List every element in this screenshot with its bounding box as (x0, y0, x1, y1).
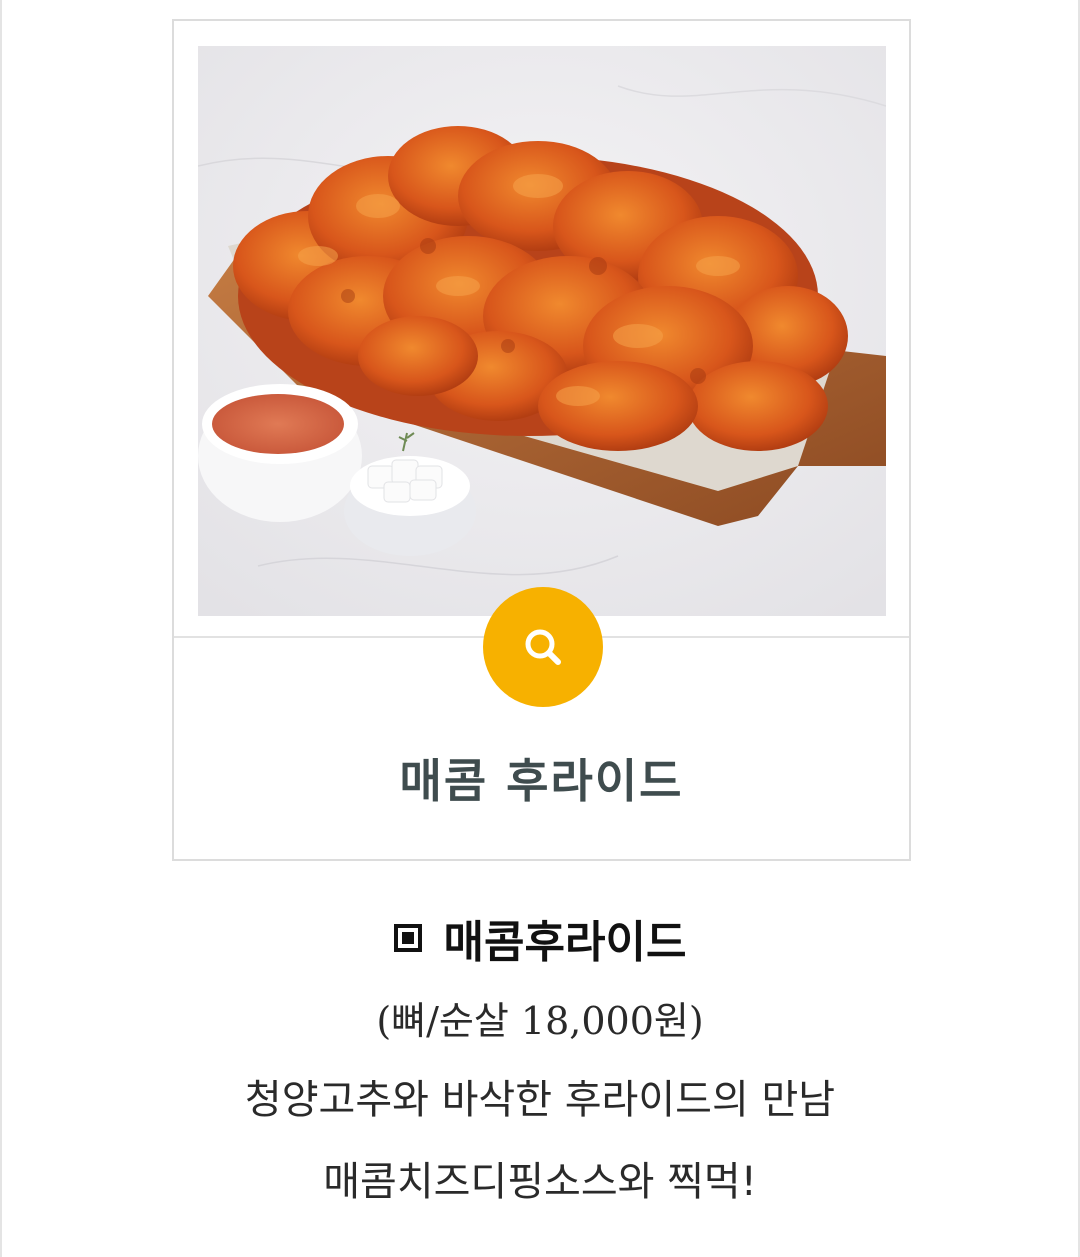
square-icon (393, 924, 422, 952)
product-heading: 매콤후라이드 (0, 906, 1080, 970)
card-title: 매콤 후라이드 (399, 754, 684, 808)
zoom-button[interactable] (483, 587, 603, 707)
page: 매콤 후라이드 매콤후라이드 (뼈/순살 18,000원) 청양고추와 바삭한 … (0, 0, 1080, 1257)
product-name: 매콤후라이드 (443, 917, 687, 968)
photo-frame (174, 21, 909, 638)
product-price: (뼈/순살 18,000원) (376, 999, 704, 1043)
left-edge-divider (0, 0, 2, 1257)
product-card[interactable]: 매콤 후라이드 (172, 19, 911, 861)
product-description-line-1: 청양고추와 바삭한 후라이드의 만남 (244, 1077, 836, 1123)
fried-chicken-image (198, 46, 886, 616)
product-photo[interactable] (198, 46, 886, 616)
search-icon (525, 629, 561, 665)
product-description-line-2: 매콤치즈디핑소스와 찍먹! (323, 1159, 757, 1205)
